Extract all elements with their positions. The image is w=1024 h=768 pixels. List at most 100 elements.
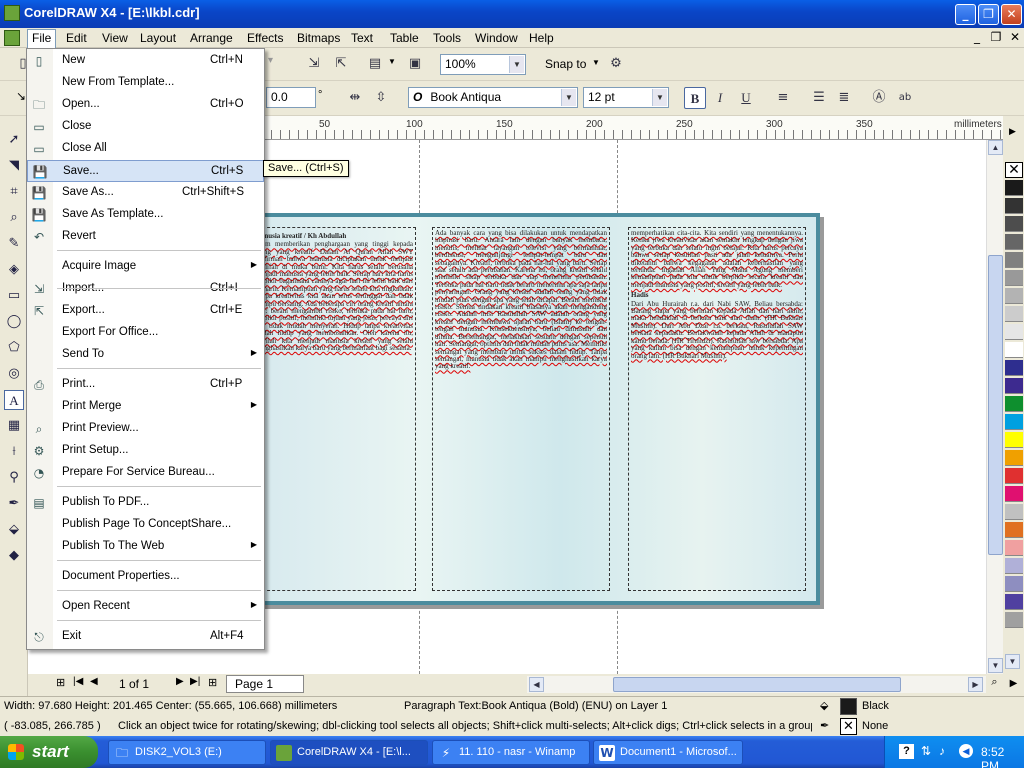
- file-menu-print-merge[interactable]: Print Merge ▶: [27, 396, 264, 418]
- color-swatch[interactable]: [1005, 288, 1023, 304]
- file-menu-print-setup[interactable]: ⚙ Print Setup...: [27, 440, 264, 462]
- alignment-icon[interactable]: ≡: [772, 87, 794, 109]
- file-menu-print[interactable]: ⎙ Print... Ctrl+P: [27, 374, 264, 396]
- no-color-swatch[interactable]: ✕: [1005, 162, 1023, 178]
- chevron-down-icon[interactable]: ▼: [561, 89, 576, 106]
- color-swatch[interactable]: [1005, 522, 1023, 538]
- drop-cap-icon[interactable]: ≣: [833, 87, 855, 109]
- color-swatch[interactable]: [1005, 360, 1023, 376]
- network-icon[interactable]: ⇅: [921, 744, 931, 758]
- color-swatch[interactable]: [1005, 252, 1023, 268]
- format-text-icon[interactable]: Ⓐ: [868, 87, 890, 109]
- task-winamp[interactable]: ⚡ 11. 110 - nasr - Winamp: [432, 740, 590, 765]
- color-swatch[interactable]: [1005, 612, 1023, 628]
- file-menu-close-all[interactable]: ▭ Close All: [27, 138, 264, 160]
- file-menu-save[interactable]: 💾 Save... Ctrl+S: [27, 160, 264, 182]
- italic-button[interactable]: I: [709, 87, 731, 109]
- menu-effects[interactable]: Effects: [243, 30, 287, 46]
- file-menu-prepare-for-service-bureau[interactable]: ◔ Prepare For Service Bureau...: [27, 462, 264, 484]
- edit-text-icon[interactable]: ab: [894, 87, 916, 109]
- fill-bucket-icon[interactable]: ⬙: [820, 699, 834, 713]
- bold-button[interactable]: B: [684, 87, 706, 109]
- dimension-tool-icon[interactable]: ⟊: [4, 442, 24, 462]
- scroll-left-icon[interactable]: ◀: [529, 677, 544, 692]
- eyedropper-icon[interactable]: ⚲: [4, 468, 24, 488]
- add-page-icon[interactable]: ⊞: [56, 676, 70, 690]
- task-coreldraw[interactable]: CorelDRAW X4 - [E:\l...: [270, 740, 428, 765]
- close-window-button[interactable]: ✕: [1001, 4, 1022, 25]
- color-swatch[interactable]: [1005, 342, 1023, 358]
- color-swatch[interactable]: [1005, 414, 1023, 430]
- basic-shapes-icon[interactable]: ◎: [4, 364, 24, 384]
- file-menu-save-as[interactable]: 💾 Save As... Ctrl+Shift+S: [27, 182, 264, 204]
- zoom-tool-icon[interactable]: ⌕: [4, 208, 24, 228]
- menu-bitmaps[interactable]: Bitmaps: [293, 30, 344, 46]
- import-toolbar-icon[interactable]: ⇲: [303, 53, 325, 75]
- add-page-after-icon[interactable]: ⊞: [208, 676, 222, 690]
- palette-scroll-up-icon[interactable]: ▶: [1005, 126, 1020, 141]
- volume-icon[interactable]: ♪: [939, 744, 945, 758]
- horizontal-scrollbar[interactable]: ◀ ▶: [527, 676, 986, 693]
- outline-swatch[interactable]: ✕: [840, 718, 857, 735]
- task-explorer[interactable]: 🗀 DISK2_VOL3 (E:): [108, 740, 266, 765]
- pick-tool-icon[interactable]: ➚: [4, 130, 24, 150]
- minimize-button[interactable]: _: [955, 4, 976, 25]
- menu-tools[interactable]: Tools: [429, 30, 465, 46]
- text-tool-icon[interactable]: A: [4, 390, 24, 410]
- text-column-2[interactable]: Ada banyak cara yang bisa dilakukan untu…: [432, 227, 610, 591]
- color-swatch[interactable]: [1005, 306, 1023, 322]
- file-menu-publish-to-pdf[interactable]: ▤ Publish To PDF...: [27, 492, 264, 514]
- color-swatch[interactable]: [1005, 180, 1023, 196]
- menu-window[interactable]: Window: [471, 30, 522, 46]
- file-menu-export[interactable]: ⇱ Export... Ctrl+E: [27, 300, 264, 322]
- rectangle-tool-icon[interactable]: ▭: [4, 286, 24, 306]
- page-tab[interactable]: Page 1: [226, 675, 304, 693]
- file-menu-open[interactable]: 🗀 Open... Ctrl+O: [27, 94, 264, 116]
- file-menu-print-preview[interactable]: ⌕ Print Preview...: [27, 418, 264, 440]
- color-swatch[interactable]: [1005, 468, 1023, 484]
- scroll-down-icon[interactable]: ▼: [988, 658, 1003, 673]
- vertical-scroll-thumb[interactable]: [988, 255, 1003, 555]
- doc-close-icon[interactable]: ✕: [1007, 30, 1023, 45]
- snap-to-menu[interactable]: Snap to: [545, 57, 586, 71]
- text-column-3[interactable]: memperhatikan cita-cita. Kita sendiri ya…: [628, 227, 806, 591]
- document-icon[interactable]: [4, 30, 20, 46]
- palette-flyout-icon[interactable]: ▶: [1003, 674, 1024, 694]
- menu-edit[interactable]: Edit: [62, 30, 91, 46]
- scroll-up-icon[interactable]: ▲: [988, 140, 1003, 155]
- redo-dropdown-icon[interactable]: ▾: [268, 55, 288, 75]
- help-icon[interactable]: ?: [899, 744, 914, 759]
- palette-scroll-down-icon[interactable]: ▼: [1005, 654, 1020, 669]
- menu-file[interactable]: File: [27, 29, 57, 48]
- file-menu-document-properties[interactable]: Document Properties...: [27, 566, 264, 588]
- restore-button[interactable]: ❐: [978, 4, 999, 25]
- underline-button[interactable]: U: [735, 87, 757, 109]
- color-swatch[interactable]: [1005, 486, 1023, 502]
- snap-dropdown-icon[interactable]: ▼: [592, 58, 600, 67]
- export-toolbar-icon[interactable]: ⇱: [330, 53, 352, 75]
- file-menu-open-recent[interactable]: Open Recent ▶: [27, 596, 264, 618]
- zoom-navigator-icon[interactable]: ⌕: [986, 676, 1003, 693]
- brochure-page[interactable]: manusia kreatif / Kh Abdullah Islam memb…: [244, 213, 820, 605]
- vertical-scrollbar[interactable]: ▲ ▼: [986, 140, 1003, 674]
- shape-tool-icon[interactable]: ◥: [4, 156, 24, 176]
- menu-layout[interactable]: Layout: [136, 30, 180, 46]
- chevron-down-icon[interactable]: ▼: [509, 56, 524, 73]
- smart-fill-icon[interactable]: ◈: [4, 260, 24, 280]
- file-menu-acquire-image[interactable]: Acquire Image ▶: [27, 256, 264, 278]
- file-menu-import[interactable]: ⇲ Import... Ctrl+I: [27, 278, 264, 300]
- file-menu-exit[interactable]: ⎋ Exit Alt+F4: [27, 626, 264, 648]
- color-swatch[interactable]: [1005, 198, 1023, 214]
- horizontal-scroll-thumb[interactable]: [613, 677, 901, 692]
- ellipse-tool-icon[interactable]: ◯: [4, 312, 24, 332]
- application-launcher-icon[interactable]: ▤: [364, 53, 386, 75]
- file-menu-new-from-template[interactable]: New From Template...: [27, 72, 264, 94]
- next-page-icon[interactable]: ▶: [176, 676, 184, 687]
- color-swatch[interactable]: [1005, 324, 1023, 340]
- menu-arrange[interactable]: Arrange: [186, 30, 237, 46]
- menu-view[interactable]: View: [98, 30, 132, 46]
- prev-page-icon[interactable]: ◀: [90, 676, 98, 687]
- color-swatch[interactable]: [1005, 450, 1023, 466]
- file-menu-send-to[interactable]: Send To ▶: [27, 344, 264, 366]
- start-button[interactable]: start: [0, 736, 98, 768]
